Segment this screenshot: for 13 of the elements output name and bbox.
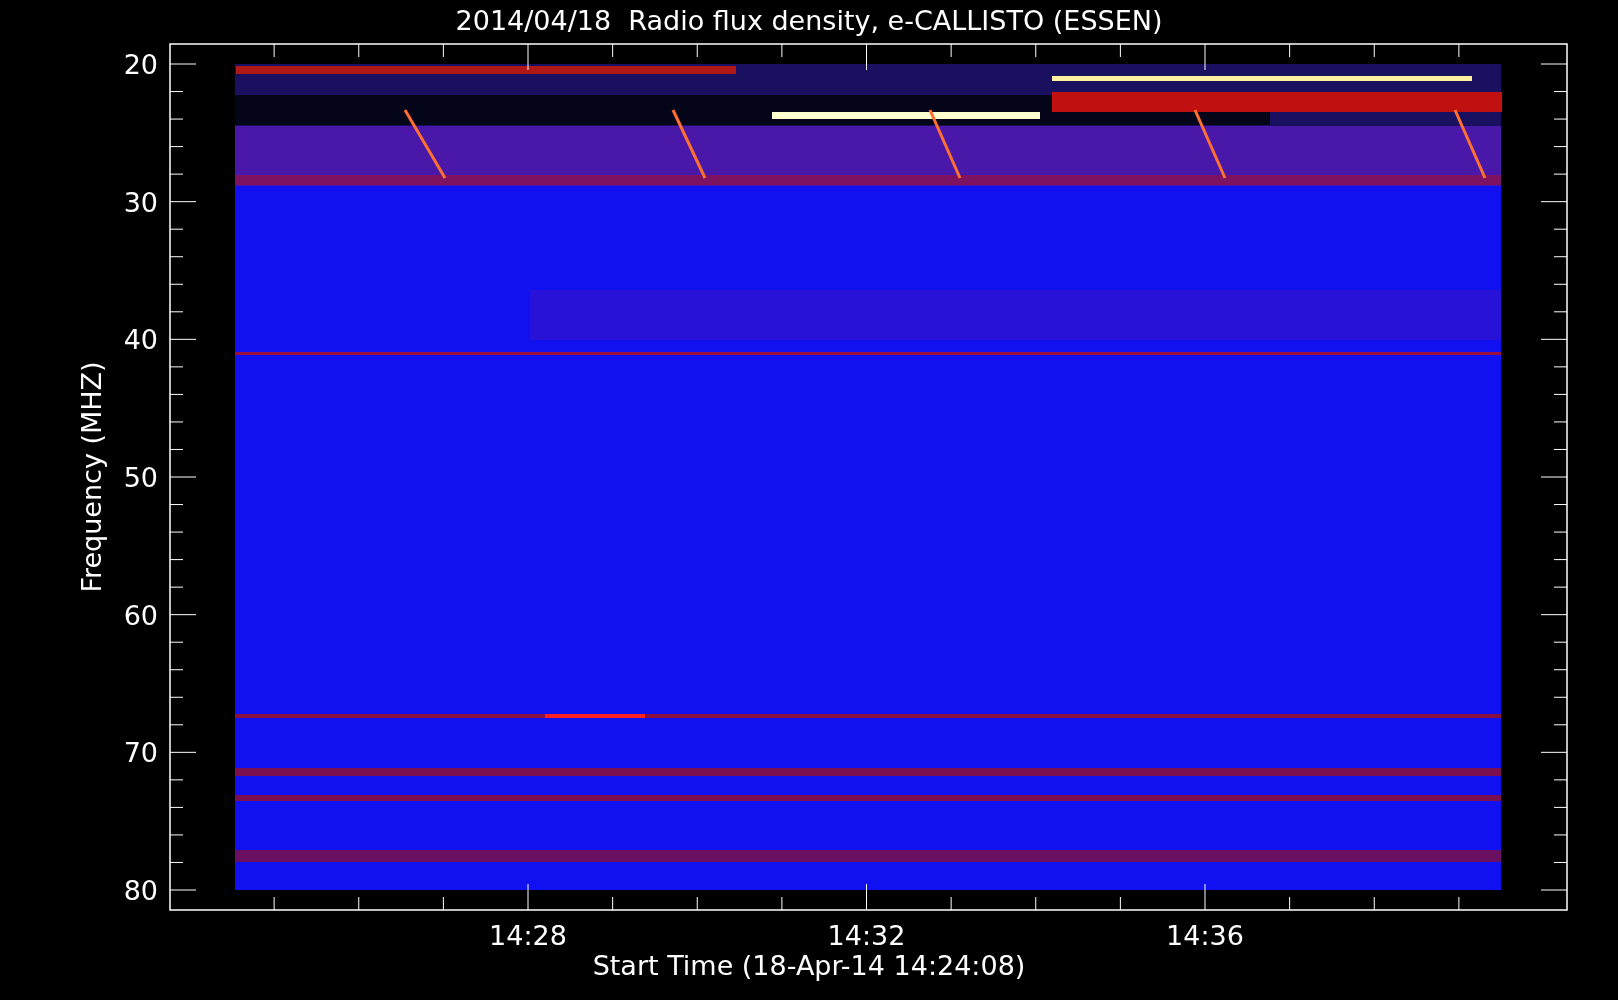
tick-label: 30: [123, 186, 158, 218]
tick-label: 40: [123, 324, 158, 356]
chart-title: 2014/04/18 Radio flux density, e-CALLISTO (ESSEN): [455, 5, 1163, 36]
tick-label: 20: [123, 49, 158, 80]
axis-title: Frequency (MHZ): [76, 361, 107, 593]
tick-label: 80: [123, 875, 158, 906]
tick-label: 50: [123, 462, 158, 493]
tick-label: 14:28: [489, 920, 567, 951]
tick-label: 70: [123, 737, 158, 769]
tick-label: 60: [123, 599, 158, 631]
axis-title: Start Time (18-Apr-14 14:24:08): [592, 950, 1026, 981]
tick-label: 14:36: [1166, 920, 1244, 951]
tick-label: 14:32: [827, 920, 906, 951]
